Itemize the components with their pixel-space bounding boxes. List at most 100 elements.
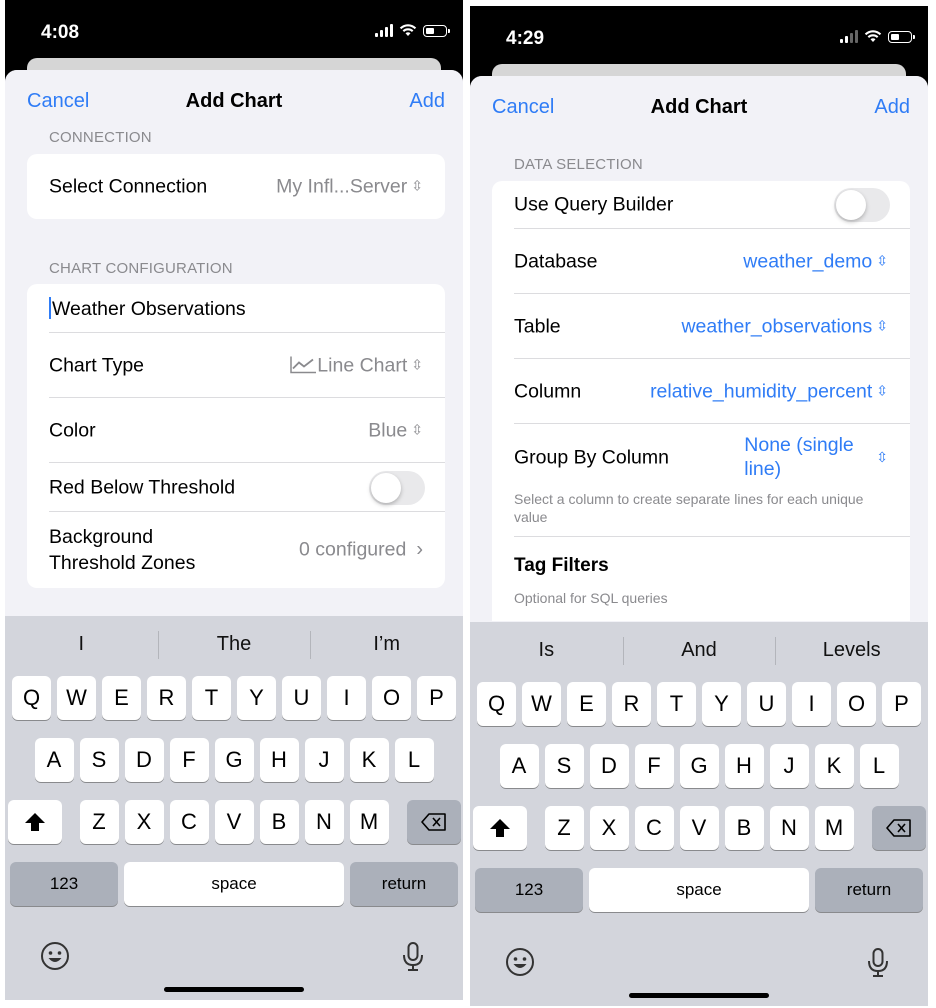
emoji-icon[interactable]: [504, 946, 536, 978]
space-key[interactable]: space: [124, 862, 344, 906]
key[interactable]: N: [769, 806, 809, 850]
add-button[interactable]: Add: [409, 90, 445, 113]
key[interactable]: D: [124, 738, 164, 782]
table-row[interactable]: Table weather_observations ⇳: [492, 294, 910, 359]
return-key[interactable]: return: [350, 862, 458, 906]
numbers-key[interactable]: 123: [475, 868, 583, 912]
key[interactable]: Q: [477, 682, 516, 726]
suggestion-item[interactable]: I’m: [310, 616, 463, 674]
key[interactable]: A: [34, 738, 74, 782]
select-connection-value: My Infl...Server: [276, 175, 408, 197]
home-indicator[interactable]: [164, 987, 304, 992]
key[interactable]: V: [214, 800, 254, 844]
key[interactable]: V: [679, 806, 719, 850]
select-connection-row[interactable]: Select Connection My Infl...Server ⇳: [27, 154, 445, 219]
key[interactable]: L: [394, 738, 434, 782]
key[interactable]: G: [679, 744, 719, 788]
select-connection-picker[interactable]: My Infl...Server ⇳: [276, 175, 423, 198]
shift-key[interactable]: [7, 800, 62, 844]
key[interactable]: K: [349, 738, 389, 782]
group-by-column-value: None (single line): [744, 433, 872, 481]
return-key[interactable]: return: [815, 868, 923, 912]
key[interactable]: P: [882, 682, 921, 726]
use-query-builder-toggle[interactable]: [834, 188, 890, 222]
key[interactable]: C: [634, 806, 674, 850]
chart-type-picker[interactable]: Line Chart ⇳: [289, 354, 423, 377]
column-picker[interactable]: relative_humidity_percent ⇳: [650, 380, 888, 403]
shift-icon: [24, 813, 45, 831]
color-picker[interactable]: Blue ⇳: [368, 419, 423, 442]
key[interactable]: Z: [79, 800, 119, 844]
key[interactable]: S: [544, 744, 584, 788]
database-row[interactable]: Database weather_demo ⇳: [492, 229, 910, 294]
key[interactable]: E: [567, 682, 606, 726]
suggestion-item[interactable]: Is: [470, 622, 623, 680]
key[interactable]: L: [859, 744, 899, 788]
red-below-threshold-toggle[interactable]: [369, 470, 425, 505]
table-picker[interactable]: weather_observations ⇳: [681, 315, 888, 338]
key[interactable]: B: [724, 806, 764, 850]
cellular-signal-icon: [840, 30, 858, 43]
numbers-key[interactable]: 123: [10, 862, 118, 906]
key[interactable]: W: [57, 676, 96, 720]
suggestion-item[interactable]: The: [157, 616, 311, 674]
key[interactable]: F: [634, 744, 674, 788]
group-by-column-row[interactable]: Group By Column None (single line)⇳ Selec…: [492, 424, 910, 537]
key[interactable]: J: [304, 738, 344, 782]
key[interactable]: B: [259, 800, 299, 844]
key[interactable]: P: [417, 676, 456, 720]
suggestion-item[interactable]: I: [5, 616, 158, 674]
database-picker[interactable]: weather_demo ⇳: [743, 250, 888, 273]
suggestion-item[interactable]: And: [622, 622, 776, 680]
keyboard: Is And Levels Q W E R T Y U I O P A S D …: [470, 622, 928, 1006]
key[interactable]: N: [304, 800, 344, 844]
key[interactable]: X: [589, 806, 629, 850]
key[interactable]: F: [169, 738, 209, 782]
key[interactable]: Y: [702, 682, 741, 726]
key[interactable]: M: [349, 800, 389, 844]
key[interactable]: I: [792, 682, 831, 726]
key[interactable]: O: [837, 682, 876, 726]
key[interactable]: C: [169, 800, 209, 844]
backspace-key[interactable]: [871, 806, 926, 850]
microphone-icon[interactable]: [862, 946, 894, 978]
microphone-icon[interactable]: [397, 940, 429, 972]
key[interactable]: W: [522, 682, 561, 726]
key[interactable]: O: [372, 676, 411, 720]
key[interactable]: A: [499, 744, 539, 788]
key[interactable]: M: [814, 806, 854, 850]
key[interactable]: X: [124, 800, 164, 844]
backspace-key[interactable]: [406, 800, 461, 844]
suggestion-item[interactable]: Levels: [775, 622, 928, 680]
key[interactable]: I: [327, 676, 366, 720]
color-row[interactable]: Color Blue ⇳: [27, 398, 445, 463]
chart-name-row[interactable]: Weather Observations: [27, 284, 445, 333]
column-row[interactable]: Column relative_humidity_percent ⇳: [492, 359, 910, 424]
chart-name-field[interactable]: Weather Observations: [49, 296, 246, 321]
key[interactable]: R: [147, 676, 186, 720]
key[interactable]: H: [259, 738, 299, 782]
group-by-column-picker[interactable]: None (single line)⇳: [744, 433, 888, 481]
chart-type-row[interactable]: Chart Type Line Chart ⇳: [27, 333, 445, 398]
key[interactable]: E: [102, 676, 141, 720]
shift-key[interactable]: [472, 806, 527, 850]
key[interactable]: U: [747, 682, 786, 726]
key[interactable]: S: [79, 738, 119, 782]
emoji-icon[interactable]: [39, 940, 71, 972]
key[interactable]: T: [657, 682, 696, 726]
key[interactable]: G: [214, 738, 254, 782]
key[interactable]: J: [769, 744, 809, 788]
key[interactable]: K: [814, 744, 854, 788]
key[interactable]: Y: [237, 676, 276, 720]
space-key[interactable]: space: [589, 868, 809, 912]
background-threshold-zones-row[interactable]: Background Threshold Zones 0 configured ›: [27, 512, 445, 588]
key[interactable]: Q: [12, 676, 51, 720]
home-indicator[interactable]: [629, 993, 769, 998]
key[interactable]: R: [612, 682, 651, 726]
add-button[interactable]: Add: [874, 96, 910, 119]
key[interactable]: T: [192, 676, 231, 720]
key[interactable]: H: [724, 744, 764, 788]
key[interactable]: U: [282, 676, 321, 720]
key[interactable]: Z: [544, 806, 584, 850]
key[interactable]: D: [589, 744, 629, 788]
